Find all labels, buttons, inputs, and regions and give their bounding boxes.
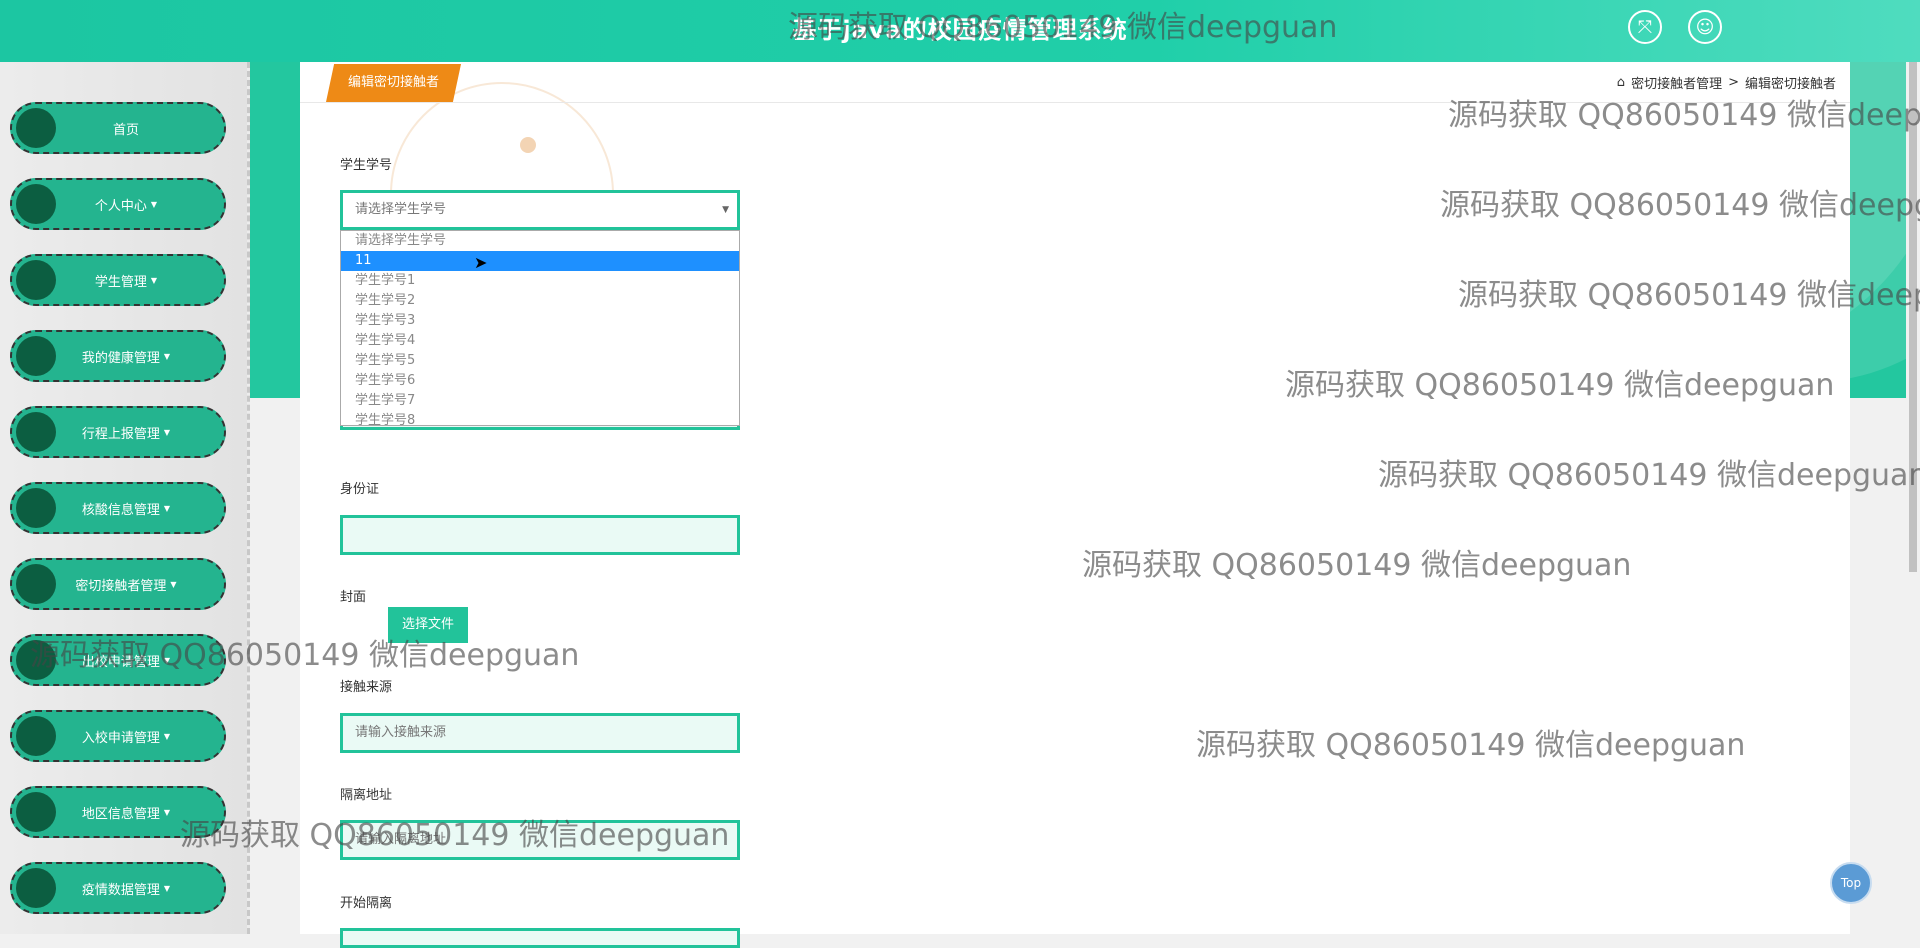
sidebar-item-entry-application[interactable]: 入校申请管理 ▼ <box>10 710 226 762</box>
sidebar-item-label: 学生管理 <box>94 274 147 290</box>
sidebar-item-label: 个人中心 <box>94 198 147 214</box>
sidebar-item-label: 地区信息管理 <box>81 806 160 822</box>
caret-down-icon: ▼ <box>150 275 158 285</box>
nav-knob-icon <box>16 336 56 376</box>
dropdown-option[interactable]: 学生学号2 <box>341 291 739 311</box>
nav-knob-icon <box>16 184 56 224</box>
sidebar-item-label: 入校申请管理 <box>81 730 160 746</box>
caret-down-icon: ▼ <box>163 807 171 817</box>
nav-knob-icon <box>16 640 56 680</box>
dropdown-option[interactable]: 学生学号8 <box>341 411 739 431</box>
back-to-top-button[interactable]: Top <box>1830 862 1872 904</box>
caret-down-icon: ▼ <box>163 427 171 437</box>
top-header: 基于java的校园疫情管理系统 ⤧ ☺ <box>0 0 1920 62</box>
start-quarantine-label: 开始隔离 <box>340 896 393 911</box>
sidebar-item-home[interactable]: 首页 <box>10 102 226 154</box>
sidebar-item-label: 出校申请管理 <box>81 654 160 670</box>
sidebar-item-close-contacts[interactable]: 密切接触者管理 ▼ <box>10 558 226 610</box>
id-card-input[interactable] <box>340 515 740 555</box>
student-id-dropdown[interactable]: 请选择学生学号 11 学生学号1 学生学号2 学生学号3 学生学号4 学生学号5… <box>340 230 740 428</box>
nav-knob-icon <box>16 716 56 756</box>
contact-source-label: 接触来源 <box>340 680 393 695</box>
dropdown-option[interactable]: 学生学号6 <box>341 371 739 391</box>
breadcrumb-separator: > <box>1728 75 1739 90</box>
dropdown-option[interactable]: 学生学号3 <box>341 311 739 331</box>
cover-label: 封面 <box>340 590 367 605</box>
sidebar-item-personal-center[interactable]: 个人中心 ▼ <box>10 178 226 230</box>
nav-knob-icon <box>16 412 56 452</box>
quarantine-address-label: 隔离地址 <box>340 788 393 803</box>
caret-down-icon: ▼ <box>170 579 177 589</box>
student-id-label: 学生学号 <box>340 158 393 173</box>
caret-down-icon: ▼ <box>150 199 158 209</box>
sidebar-item-itinerary-report[interactable]: 行程上报管理 ▼ <box>10 406 226 458</box>
start-quarantine-input[interactable] <box>340 928 740 948</box>
sidebar-item-label: 核酸信息管理 <box>81 502 160 518</box>
student-id-select[interactable]: 请选择学生学号 ▼ <box>340 190 740 230</box>
sidebar-item-health-management[interactable]: 我的健康管理 ▼ <box>10 330 226 382</box>
dropdown-option-selected[interactable]: 11 <box>341 251 739 271</box>
caret-down-icon: ▼ <box>163 883 171 893</box>
breadcrumb-current: 编辑密切接触者 <box>1744 77 1836 92</box>
nav-knob-icon <box>16 868 56 908</box>
caret-down-icon: ▼ <box>163 655 171 665</box>
sidebar-item-region-info[interactable]: 地区信息管理 ▼ <box>10 786 226 838</box>
breadcrumb-parent[interactable]: 密切接触者管理 <box>1631 73 1722 92</box>
sidebar-item-nucleic-acid[interactable]: 核酸信息管理 ▼ <box>10 482 226 534</box>
sidebar-item-label: 行程上报管理 <box>81 426 160 442</box>
page-scrollbar[interactable] <box>1906 62 1920 934</box>
mouse-cursor-icon: ➤ <box>474 253 488 272</box>
dropdown-option[interactable]: 请选择学生学号 <box>341 231 739 251</box>
dropdown-option[interactable]: 学生学号5 <box>341 351 739 371</box>
nav-knob-icon <box>16 108 56 148</box>
caret-down-icon: ▼ <box>163 503 171 513</box>
user-icon[interactable]: ☺ <box>1688 10 1722 44</box>
home-icon[interactable]: ⌂ <box>1617 75 1625 90</box>
id-card-label: 身份证 <box>340 482 380 497</box>
sidebar-item-label: 我的健康管理 <box>81 350 160 366</box>
caret-down-icon: ▼ <box>163 351 171 361</box>
sidebar-item-student-management[interactable]: 学生管理 ▼ <box>10 254 226 306</box>
sidebar-item-exit-application[interactable]: 出校申请管理 ▼ <box>10 634 226 686</box>
nav-knob-icon <box>16 488 56 528</box>
breadcrumb: ⌂ 密切接触者管理 > 编辑密切接触者 <box>1617 73 1836 92</box>
quarantine-address-input[interactable]: 请输入隔离地址 <box>340 820 740 860</box>
sidebar-item-label: 密切接触者管理 <box>75 578 167 594</box>
expand-icon[interactable]: ⤧ <box>1628 10 1662 44</box>
dropdown-option[interactable]: 学生学号7 <box>341 391 739 411</box>
chevron-down-icon: ▼ <box>722 205 729 215</box>
sidebar-item-label: 疫情数据管理 <box>81 882 160 898</box>
page-tab: 编辑密切接触者 <box>326 64 462 102</box>
dropdown-option[interactable]: 学生学号4 <box>341 331 739 351</box>
dropdown-option[interactable]: 学生学号1 <box>341 271 739 291</box>
nav-knob-icon <box>16 792 56 832</box>
main-panel: 编辑密切接触者 ⌂ 密切接触者管理 > 编辑密切接触者 学生学号 请选择学生学号… <box>300 62 1850 948</box>
sidebar-item-epidemic-data[interactable]: 疫情数据管理 ▼ <box>10 862 226 914</box>
sidebar: 首页 个人中心 ▼ 学生管理 ▼ 我的健康管理 ▼ 行程上报管理 ▼ 核酸信息管理 ▼ 密… <box>0 62 250 934</box>
nav-knob-icon <box>16 260 56 300</box>
student-id-select-value: 请选择学生学号 <box>355 202 447 217</box>
sidebar-item-label: 首页 <box>112 122 139 138</box>
caret-down-icon: ▼ <box>163 731 171 741</box>
contact-source-input[interactable]: 请输入接触来源 <box>340 713 740 753</box>
choose-file-button[interactable]: 选择文件 <box>388 607 468 643</box>
nav-knob-icon <box>16 564 56 604</box>
